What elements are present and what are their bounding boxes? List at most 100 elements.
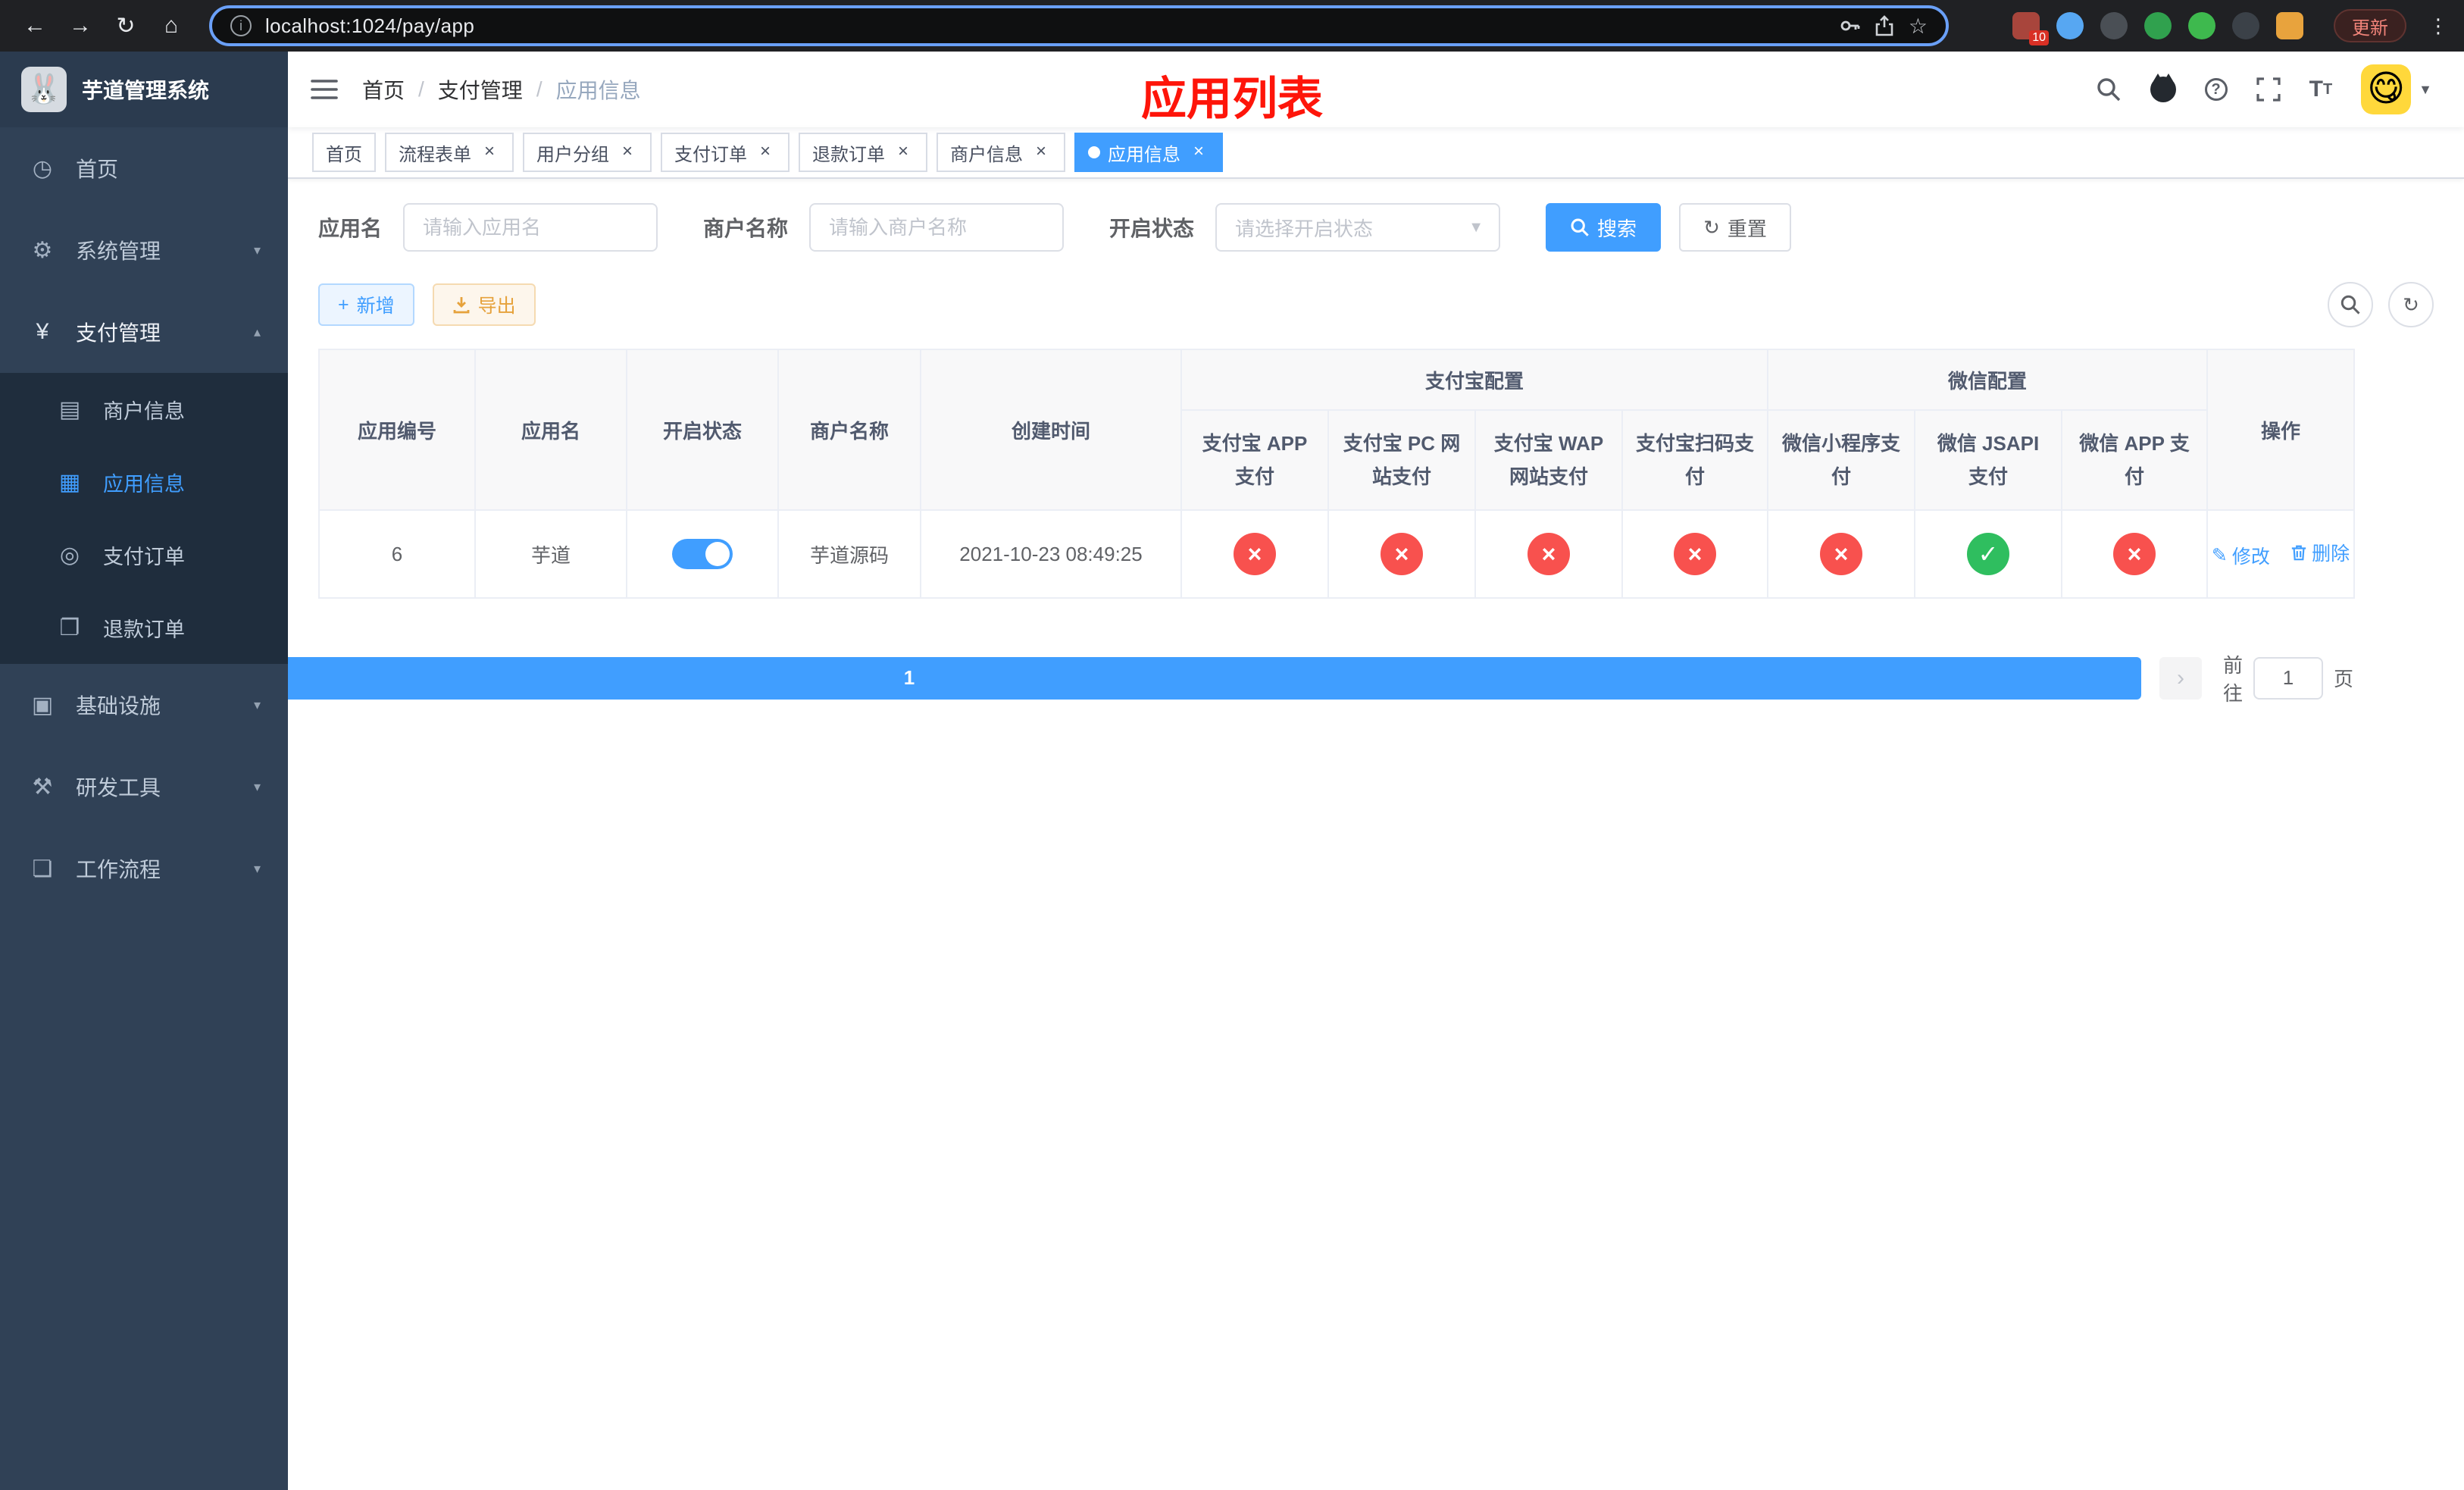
key-icon[interactable]: [1839, 15, 1860, 36]
app-name-label: 应用名: [318, 217, 383, 240]
navbar-actions: ? TT 😋 ▼: [2096, 64, 2441, 114]
refresh-table-button[interactable]: ↻: [2388, 282, 2434, 327]
toggle-search-button[interactable]: [2328, 282, 2373, 327]
ext-icon-6[interactable]: [2232, 12, 2259, 39]
tab-merchant-info[interactable]: 商户信息 ×: [937, 133, 1065, 172]
tab-process-form[interactable]: 流程表单 ×: [385, 133, 514, 172]
sidebar-item-refund-order[interactable]: ❐ 退款订单: [0, 591, 288, 664]
chevron-up-icon: ▴: [253, 324, 261, 340]
breadcrumb-payment[interactable]: 支付管理: [438, 74, 523, 105]
enabled-toggle[interactable]: [672, 539, 733, 569]
content-area: 应用名 商户名称 开启状态 请选择开启状态 ▼ 搜索: [0, 179, 2464, 718]
tab-close-icon[interactable]: ×: [755, 142, 776, 163]
export-button[interactable]: 导出: [432, 283, 536, 326]
tab-close-icon[interactable]: ×: [617, 142, 638, 163]
share-icon[interactable]: [1874, 15, 1895, 36]
edit-button[interactable]: ✎ 修改: [2212, 542, 2270, 569]
address-bar[interactable]: i localhost:1024/pay/app ☆: [209, 5, 1949, 46]
tab-close-icon[interactable]: ×: [479, 142, 500, 163]
sidebar-item-app-info[interactable]: ▦ 应用信息: [0, 446, 288, 518]
pencil-icon: ✎: [2211, 545, 2228, 566]
sidebar-item-pay-order[interactable]: ◎ 支付订单: [0, 518, 288, 591]
github-icon[interactable]: [2150, 74, 2176, 102]
sidebar-item-workflow[interactable]: ❏ 工作流程 ▾: [0, 828, 288, 909]
tab-pay-order[interactable]: 支付订单 ×: [661, 133, 790, 172]
reload-icon[interactable]: ↻: [106, 6, 145, 45]
user-avatar: 😋: [2361, 64, 2412, 114]
breadcrumb-home[interactable]: 首页: [362, 74, 405, 105]
ext-icon-5[interactable]: [2188, 12, 2215, 39]
sidebar-item-label: 支付管理: [76, 321, 161, 345]
merchant-name-input[interactable]: [809, 203, 1065, 252]
alipay-pc-pay-status-icon: ×: [1381, 533, 1423, 575]
font-size-icon[interactable]: TT: [2309, 77, 2333, 102]
ext-icon-1[interactable]: 10: [2012, 12, 2049, 45]
tab-close-icon[interactable]: ×: [893, 142, 914, 163]
ext-icon-4[interactable]: [2144, 12, 2172, 39]
wechat-mini-pay-status-icon: ×: [1820, 533, 1863, 575]
search-button[interactable]: 搜索: [1546, 203, 1662, 252]
cell-status: [626, 509, 779, 599]
reset-button[interactable]: ↻ 重置: [1679, 203, 1791, 252]
goto-page-input[interactable]: [2253, 656, 2323, 700]
cell-app-id: 6: [318, 509, 476, 599]
user-menu[interactable]: 😋 ▼: [2361, 64, 2432, 114]
sidebar-item-devtools[interactable]: ⚒ 研发工具 ▾: [0, 746, 288, 828]
sidebar-item-system[interactable]: ⚙ 系统管理 ▾: [0, 209, 288, 291]
hamburger-icon[interactable]: [311, 78, 338, 101]
add-button[interactable]: + 新增: [318, 283, 414, 326]
chevron-down-icon: ▾: [253, 696, 261, 712]
sidebar-item-label: 商户信息: [103, 399, 185, 423]
bookmark-star-icon[interactable]: ☆: [1909, 14, 1928, 39]
box-icon: ❏: [32, 856, 53, 881]
tab-refund-order[interactable]: 退款订单 ×: [799, 133, 927, 172]
grid-icon: ▦: [58, 469, 81, 495]
back-icon[interactable]: ←: [15, 6, 55, 45]
sidebar-item-label: 系统管理: [76, 239, 161, 263]
sidebar-item-infrastructure[interactable]: ▣ 基础设施 ▾: [0, 664, 288, 746]
app-name-input[interactable]: [403, 203, 658, 252]
delete-label: 删除: [2312, 543, 2350, 565]
wechat-jsapi-pay-status-icon: ✓: [1967, 533, 2010, 575]
goto-label: 前往: [2222, 653, 2243, 705]
document-icon: ❐: [59, 615, 80, 640]
tab-close-icon[interactable]: ×: [1188, 142, 1209, 163]
alipay-qr-pay-status-icon: ×: [1674, 533, 1716, 575]
forward-icon[interactable]: →: [61, 6, 100, 45]
browser-menu-icon[interactable]: ⋮: [2428, 14, 2449, 38]
monitor-icon: ▣: [31, 692, 54, 718]
ext-icon-3[interactable]: [2100, 12, 2128, 39]
app-title: 芋道管理系统: [82, 79, 210, 102]
sidebar-item-merchant-info[interactable]: ▤ 商户信息: [0, 373, 288, 446]
page-number-1[interactable]: 1: [0, 656, 2141, 700]
help-icon[interactable]: ?: [2204, 78, 2228, 101]
delete-button[interactable]: 删除: [2290, 539, 2350, 566]
sidebar-item-label: 首页: [76, 158, 119, 181]
tab-label: 支付订单: [674, 144, 747, 165]
sidebar-logo[interactable]: 🐰 芋道管理系统: [0, 52, 288, 127]
wechat-app-pay-status-icon: ×: [2113, 533, 2156, 575]
search-button-label: 搜索: [1597, 217, 1637, 240]
tab-close-icon[interactable]: ×: [1030, 142, 1052, 163]
sidebar-item-home[interactable]: ◷ 首页: [0, 127, 288, 209]
tab-home[interactable]: 首页: [312, 133, 376, 172]
url-text[interactable]: localhost:1024/pay/app: [265, 14, 1825, 38]
breadcrumb-current: 应用信息: [555, 79, 641, 102]
sidebar-item-payment[interactable]: ¥ 支付管理 ▴: [0, 291, 288, 373]
sidebar-item-label: 工作流程: [76, 858, 161, 881]
tab-app-info[interactable]: 应用信息 ×: [1074, 133, 1223, 172]
tab-user-group[interactable]: 用户分组 ×: [523, 133, 652, 172]
payment-submenu: ▤ 商户信息 ▦ 应用信息 ◎ 支付订单 ❐ 退款订单: [0, 373, 288, 664]
next-page-button[interactable]: ›: [2159, 656, 2202, 700]
status-select[interactable]: 请选择开启状态 ▼: [1215, 203, 1501, 252]
ext-icon-2[interactable]: [2056, 12, 2084, 39]
tab-label: 首页: [326, 144, 362, 165]
home-icon[interactable]: ⌂: [152, 6, 191, 45]
col-wechat-jsapi: 微信 JSAPI 支付: [1914, 409, 2063, 511]
update-button[interactable]: 更新: [2334, 9, 2406, 42]
col-alipay-wap: 支付宝 WAP 网站支付: [1474, 409, 1623, 511]
search-icon[interactable]: [2096, 77, 2122, 102]
ext-icon-7[interactable]: [2276, 12, 2303, 39]
fullscreen-icon[interactable]: [2256, 77, 2281, 102]
info-icon[interactable]: i: [230, 15, 252, 36]
